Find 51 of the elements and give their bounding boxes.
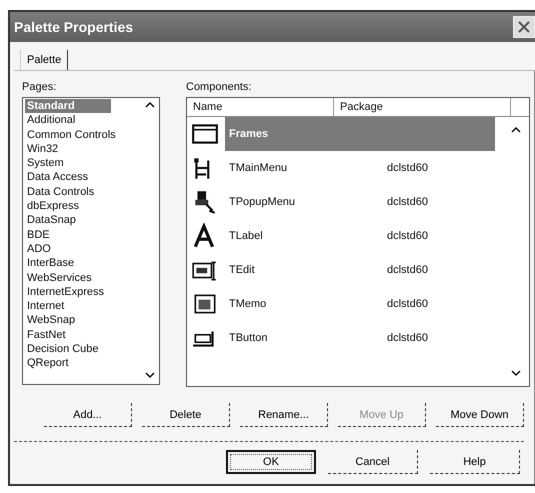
- pages-label: Pages:: [22, 81, 58, 93]
- page-item[interactable]: InternetExpress: [25, 284, 157, 300]
- scroll-up-icon[interactable]: [511, 126, 521, 133]
- dialog-button[interactable]: Cancel: [328, 450, 418, 474]
- column-header[interactable]: Package: [334, 98, 511, 116]
- page-item[interactable]: dbExpress: [25, 199, 157, 214]
- package-name: dclstd60: [386, 229, 429, 244]
- page-item[interactable]: ADO: [25, 242, 157, 256]
- page-item[interactable]: InterBase: [25, 256, 157, 271]
- component-name[interactable]: TEdit: [225, 260, 383, 280]
- scroll-up-icon[interactable]: [145, 101, 155, 108]
- package-name: dclstd60: [386, 331, 429, 346]
- package-name: dclstd60: [386, 195, 429, 210]
- page-item[interactable]: Data Access: [25, 170, 157, 185]
- page-item[interactable]: Internet: [25, 299, 157, 314]
- page-item[interactable]: Additional: [25, 113, 157, 128]
- page-item[interactable]: Win32: [25, 142, 157, 156]
- page-item[interactable]: WebSnap: [25, 313, 157, 328]
- component-name[interactable]: TMainMenu: [225, 158, 383, 178]
- column-header[interactable]: Name: [187, 98, 334, 116]
- page-item[interactable]: WebServices: [25, 270, 157, 285]
- page-item[interactable]: Decision Cube: [25, 342, 157, 356]
- tab[interactable]: Palette: [20, 50, 68, 70]
- page-item[interactable]: BDE: [25, 228, 157, 242]
- action-button[interactable]: Delete: [142, 403, 230, 427]
- scroll-down-icon[interactable]: [511, 370, 521, 377]
- page-item[interactable]: Common Controls: [25, 128, 157, 142]
- action-button[interactable]: Rename...: [240, 403, 328, 427]
- component-row[interactable]: Frames: [225, 117, 495, 151]
- page-item[interactable]: FastNet: [25, 328, 157, 342]
- page-item[interactable]: System: [25, 156, 157, 170]
- action-button[interactable]: Move Down: [436, 403, 524, 427]
- close-icon: [517, 20, 531, 34]
- package-name: dclstd60: [386, 161, 429, 176]
- page-item[interactable]: Standard: [25, 99, 111, 114]
- component-name[interactable]: TMemo: [225, 294, 383, 314]
- close-button[interactable]: [513, 16, 535, 38]
- dialog-button[interactable]: OK: [226, 450, 316, 474]
- component-name[interactable]: TButton: [225, 328, 383, 348]
- scroll-down-icon[interactable]: [145, 372, 155, 379]
- page-item[interactable]: QReport: [25, 356, 157, 371]
- components-label: Components:: [186, 81, 252, 93]
- package-name: dclstd60: [386, 263, 429, 278]
- component-name[interactable]: TLabel: [225, 226, 383, 246]
- action-button[interactable]: Add...: [44, 403, 132, 427]
- component-name[interactable]: TPopupMenu: [225, 192, 383, 212]
- dialog-button[interactable]: Help: [430, 450, 520, 474]
- page-item[interactable]: Data Controls: [25, 184, 157, 200]
- package-name: dclstd60: [386, 297, 429, 312]
- window-title: Palette Properties: [14, 19, 134, 35]
- page-item[interactable]: DataSnap: [25, 213, 157, 228]
